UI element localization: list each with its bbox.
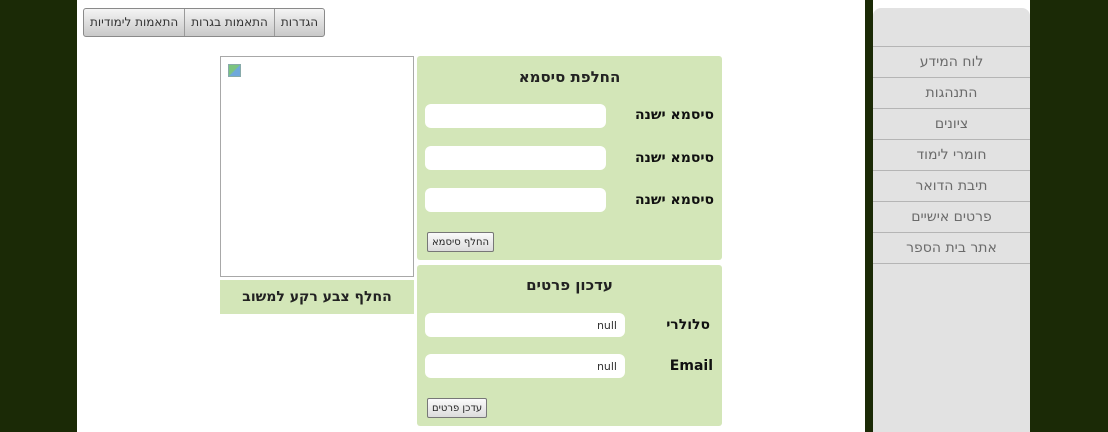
old-password-input-2[interactable] <box>425 146 606 170</box>
sidebar-item-personal-details[interactable]: פרטים אישיים <box>873 201 1030 232</box>
sidebar-item-study-materials[interactable]: חומרי לימוד <box>873 139 1030 170</box>
sidebar-item-grades[interactable]: ציונים <box>873 108 1030 139</box>
change-password-title: החלפת סיסמא <box>518 68 621 86</box>
tab-learning-accommodations[interactable]: התאמות לימודיות <box>84 9 184 36</box>
update-details-button[interactable]: עדכן פרטים <box>427 398 488 418</box>
broken-image-icon <box>228 64 241 77</box>
sidebar-item-mailbox[interactable]: תיבת הדואר <box>873 170 1030 201</box>
cellular-input[interactable] <box>425 313 625 337</box>
sidebar-menu: לוח המידע התנהגות ציונים חומרי לימוד תיב… <box>873 46 1030 264</box>
sidebar-item-behavior[interactable]: התנהגות <box>873 77 1030 108</box>
sidebar-divider <box>865 0 873 432</box>
old-password-label-1: סיסמא ישנה <box>634 107 714 123</box>
right-background-bar <box>1030 0 1108 432</box>
change-background-color-button[interactable]: החלף צבע רקע למשוב <box>220 280 414 314</box>
sidebar: לוח המידע התנהגות ציונים חומרי לימוד תיב… <box>873 8 1030 432</box>
update-details-panel: עדכון פרטים סלולרי Email עדכן פרטים <box>417 265 722 426</box>
sidebar-item-school-site[interactable]: אתר בית הספר <box>873 232 1030 264</box>
tab-matriculation-accommodations[interactable]: התאמות בגרות <box>184 9 274 36</box>
profile-image-frame <box>220 56 414 277</box>
top-tab-bar: הגדרות התאמות בגרות התאמות לימודיות <box>83 8 326 37</box>
email-label: Email <box>669 358 713 374</box>
old-password-label-2: סיסמא ישנה <box>634 150 714 166</box>
tab-settings[interactable]: הגדרות <box>273 9 324 36</box>
change-password-panel: החלפת סיסמא סיסמא ישנה סיסמא ישנה סיסמא … <box>417 56 722 260</box>
left-background-bar <box>0 0 77 432</box>
update-details-title: עדכון פרטים <box>526 276 613 294</box>
sidebar-item-info-board[interactable]: לוח המידע <box>873 46 1030 77</box>
old-password-label-3: סיסמא ישנה <box>634 192 714 208</box>
cellular-label: סלולרי <box>666 317 710 333</box>
change-password-button[interactable]: החלף סיסמא <box>427 232 495 252</box>
email-input[interactable] <box>425 354 625 378</box>
old-password-input-3[interactable] <box>425 188 606 212</box>
old-password-input-1[interactable] <box>425 104 606 128</box>
